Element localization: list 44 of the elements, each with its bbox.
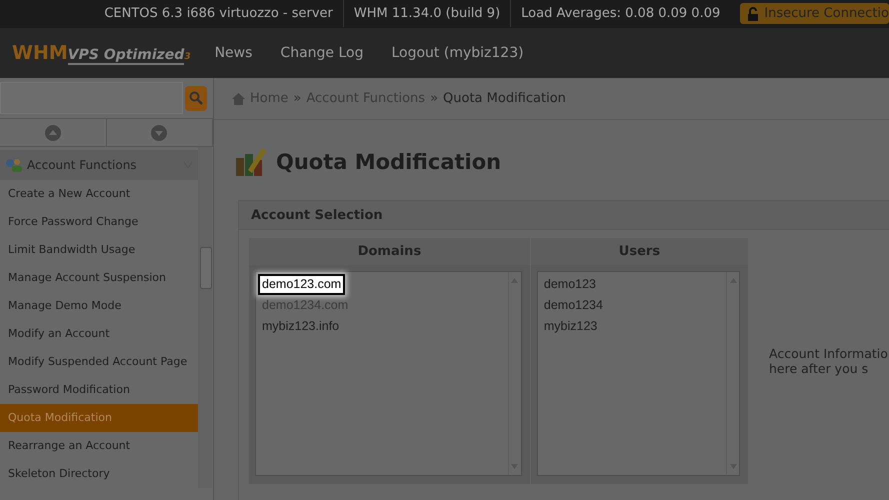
list-option[interactable]: demo123.com [258,274,346,295]
sidebar-item[interactable]: Rearrange an Account [0,432,198,460]
home-icon [232,92,245,104]
list-option[interactable]: mybiz123.info [258,316,344,337]
sidebar-item[interactable]: Password Modification [0,376,198,404]
sidebar-item[interactable]: Manage Demo Mode [0,292,198,320]
users-icon [5,157,23,173]
badge-text: Insecure Connectio [764,6,889,21]
sidebar-item[interactable]: Manage Account Suspension [0,264,198,292]
logo[interactable]: WHMVPS Optimized3 [0,42,191,64]
search-button[interactable] [185,86,207,110]
sidebar-item[interactable]: Modify an Account [0,320,198,348]
page-title: Quota Modification [276,150,502,174]
info-text: here after you s [769,361,868,376]
lock-icon [746,6,760,20]
sidebar-item[interactable]: Create a New Account [0,180,198,208]
sidebar-item[interactable]: Quota Modification [0,404,198,432]
list-option[interactable]: demo123 [540,274,600,295]
list-box[interactable]: demo123 demo1234 mybiz123 [536,271,740,476]
column-header: Domains [249,238,530,265]
nav-link[interactable]: Change Log [280,45,364,61]
sidebar-item[interactable]: Limit Bandwidth Usage [0,236,198,264]
info-text: Account Informatio [769,346,888,361]
arrow-up-icon [44,124,62,142]
group-label: Account Functions [27,158,138,172]
sidebar-group-header[interactable]: Account Functions [0,150,198,180]
nav-link[interactable]: Logout (mybiz123) [391,45,524,61]
sidebar-item[interactable]: Skeleton Directory [0,460,198,488]
panel-title: Account Selection [239,201,889,230]
pencil-books-icon [234,146,268,178]
breadcrumb-link[interactable]: Quota Modification [443,91,566,106]
sidebar-item[interactable]: Force Password Change [0,208,198,236]
list-option[interactable]: demo1234 [540,295,607,316]
list-option[interactable]: mybiz123 [540,316,602,337]
arrow-down-icon [150,124,168,142]
server-info: CENTOS 6.3 i686 virtuozzo - server [103,5,334,23]
nav-link[interactable]: News [214,45,252,61]
search-icon [189,91,203,105]
column-header: Users [530,238,748,265]
breadcrumb-separator: » [430,91,438,106]
scrollbar[interactable] [198,147,212,488]
security-badge[interactable]: Insecure Connectio [740,3,889,24]
sidebar-item[interactable]: Modify Suspended Account Page [0,348,198,376]
breadcrumb-separator: » [293,91,302,106]
